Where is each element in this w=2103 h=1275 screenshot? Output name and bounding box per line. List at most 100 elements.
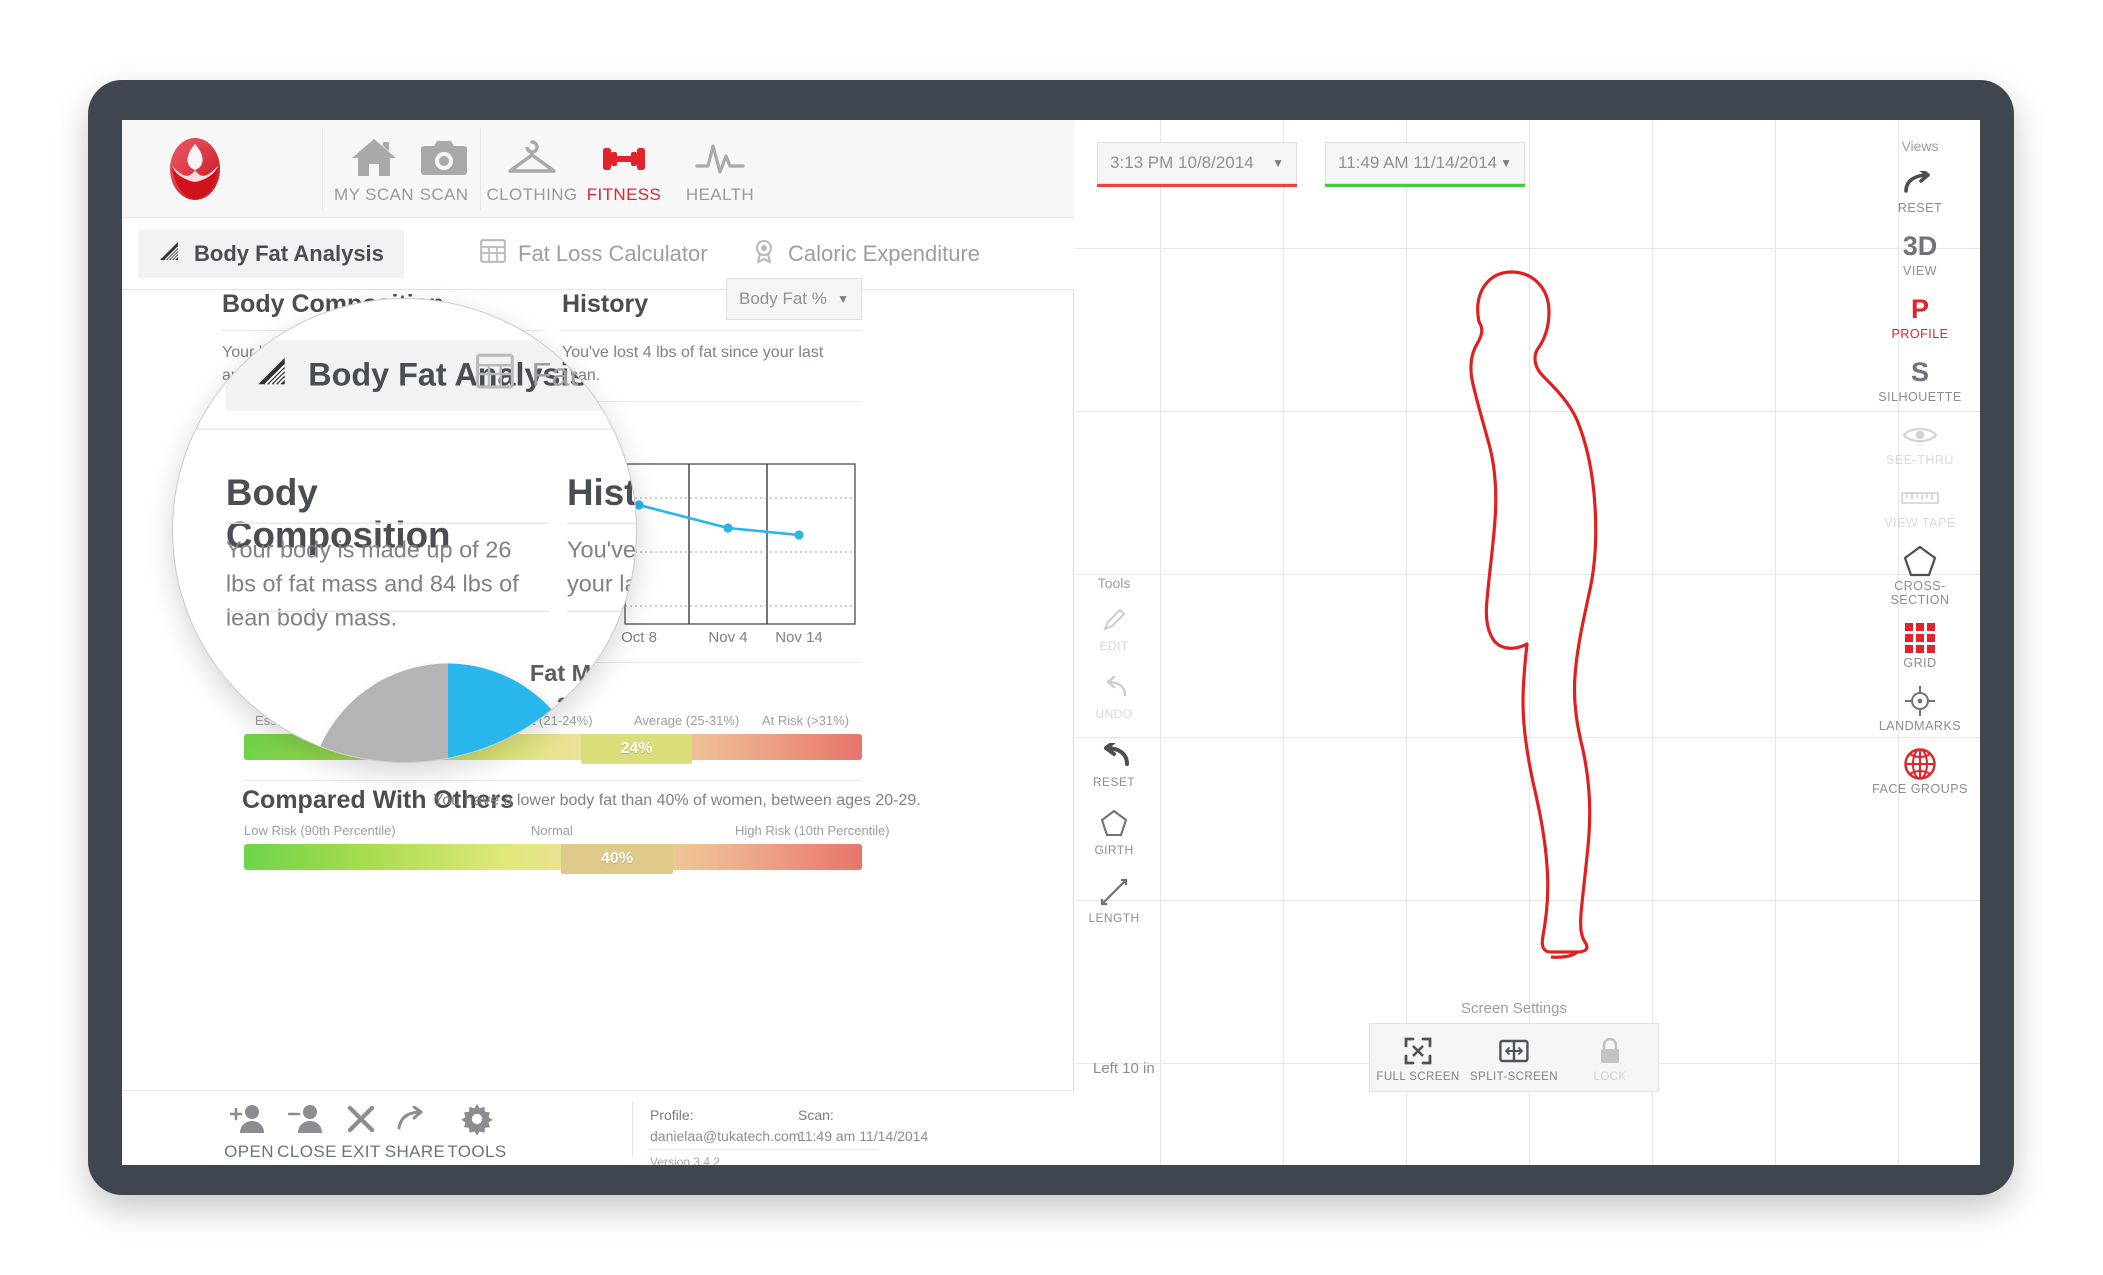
eye-icon	[1868, 418, 1972, 452]
tab-label: Body Fat Analysis	[194, 241, 384, 266]
scan-viewer-pane: 3:13 PM 10/8/2014 ▼ 11:49 AM 11/14/2014 …	[1075, 120, 1980, 1165]
tools-button[interactable]: TOOLS	[434, 1099, 520, 1162]
button-label: FULL SCREEN	[1376, 1071, 1460, 1083]
view-label: GRID	[1903, 656, 1937, 670]
view-face-groups[interactable]: FACE GROUPS	[1868, 747, 1972, 796]
nav-item-scan[interactable]: SCAN	[396, 132, 492, 205]
lens-history-line-chart: 24 21 18 Oct 8 Nov 4 Nov 14	[573, 646, 636, 762]
scan-b-color-underline	[1325, 184, 1525, 187]
view-reset[interactable]: RESET	[1868, 166, 1972, 215]
view-label: PROFILE	[1891, 327, 1949, 341]
tablet-bezel: MY SCAN SCAN CLOTHING FITNESS HEALTH Bod…	[88, 80, 2014, 1195]
nav-label: CLOTHING	[486, 185, 578, 204]
tool-reset[interactable]: RESET	[1075, 737, 1153, 789]
divider	[225, 610, 550, 613]
nav-item-clothing[interactable]: CLOTHING	[484, 132, 580, 205]
pencil-icon	[1075, 601, 1153, 639]
top-navigation: MY SCAN SCAN CLOTHING FITNESS HEALTH	[122, 120, 1074, 218]
profile-value: danielaa@tukatech.com	[650, 1128, 801, 1144]
split-screen-button[interactable]: SPLIT-SCREEN	[1466, 1024, 1562, 1091]
divider	[244, 780, 862, 781]
tool-length[interactable]: LENGTH	[1075, 873, 1153, 925]
tab-label: Fat Loss Calculator	[531, 356, 636, 394]
reset-arrow-icon	[1868, 166, 1972, 200]
screen-settings-header: Screen Settings	[1461, 1000, 1567, 1017]
divider	[648, 1149, 878, 1150]
divider	[566, 610, 636, 613]
view-label: FACE GROUPS	[1872, 782, 1968, 796]
tab-label: Fat Loss Calculator	[518, 241, 708, 266]
tool-girth[interactable]: GIRTH	[1075, 805, 1153, 857]
svg-text:24: 24	[607, 689, 632, 714]
scan-a-select[interactable]: 3:13 PM 10/8/2014 ▼	[1097, 142, 1297, 184]
scan-info: Scan: 11:49 am 11/14/2014	[798, 1105, 928, 1147]
button-label: SPLIT-SCREEN	[1470, 1071, 1558, 1083]
view-tape[interactable]: VIEW TAPE	[1868, 481, 1972, 530]
divider	[566, 522, 636, 524]
tool-edit[interactable]: EDIT	[1075, 601, 1153, 653]
lock-button[interactable]: LOCK	[1562, 1024, 1658, 1091]
tools-panel: Tools EDIT UNDO RESET GIRTH LENGTH	[1075, 575, 1153, 941]
scan-b-select[interactable]: 11:49 AM 11/14/2014 ▼	[1325, 142, 1525, 184]
left-scale-label: Left 10 in	[1093, 1060, 1155, 1077]
face-groups-icon	[1868, 747, 1972, 781]
view-label: VIEW TAPE	[1884, 516, 1956, 530]
views-panel: Views RESET 3D VIEW P PROFILE S SILHOUET…	[1868, 138, 1972, 810]
full-screen-button[interactable]: FULL SCREEN	[1370, 1024, 1466, 1091]
fullscreen-icon	[1370, 1034, 1466, 1068]
hanger-icon	[484, 132, 580, 178]
nav-label: SCAN	[419, 185, 469, 204]
scan-a-value: 3:13 PM 10/8/2014	[1110, 153, 1254, 172]
tape-measure-icon	[1868, 481, 1972, 515]
tool-label: EDIT	[1099, 639, 1129, 653]
award-icon	[752, 239, 776, 269]
button-label: LOCK	[1593, 1071, 1627, 1083]
scan-a-color-underline	[1097, 184, 1297, 187]
view-silhouette[interactable]: S SILHOUETTE	[1868, 355, 1972, 405]
history-metric-select[interactable]: Body Fat % ▼	[726, 278, 862, 320]
lock-icon	[1562, 1034, 1658, 1068]
nav-item-health[interactable]: HEALTH	[672, 132, 768, 205]
tools-header: Tools	[1097, 575, 1131, 591]
lens-tab-fat-loss-calculator[interactable]: Fat Loss Calculator	[446, 340, 636, 411]
compared-tick-0: Low Risk (90th Percentile)	[244, 823, 396, 838]
view-label: RESET	[1897, 201, 1943, 215]
sub-tab-bar: Body Fat Analysis Fat Loss Calculator Ca…	[122, 218, 1074, 290]
nav-label: FITNESS	[586, 185, 662, 204]
styku-logo[interactable]	[162, 136, 228, 202]
table-icon	[476, 353, 514, 397]
views-header: Views	[1901, 138, 1939, 154]
cross-section-icon	[1868, 544, 1972, 578]
compared-tick-2: High Risk (10th Percentile)	[735, 823, 890, 838]
bottom-toolbar: OPEN CLOSE EXIT SHARE TOOLS Profile: dan…	[122, 1090, 1074, 1165]
view-see-thru[interactable]: SEE-THRU	[1868, 418, 1972, 467]
girth-polygon-icon	[1075, 805, 1153, 843]
version-info: Version 3.4.2 © Styku 2015 - Patent Pend…	[650, 1153, 815, 1165]
tool-undo[interactable]: UNDO	[1075, 669, 1153, 721]
nav-divider	[480, 128, 481, 210]
gear-icon	[434, 1099, 520, 1139]
grid-icon	[1868, 621, 1972, 655]
compared-marker: 40%	[561, 844, 673, 874]
reset-back-arrow-icon	[1075, 737, 1153, 775]
profile-icon: P	[1910, 293, 1929, 324]
button-label: TOOLS	[447, 1142, 507, 1161]
view-3d[interactable]: 3D VIEW	[1868, 229, 1972, 279]
view-label: SILHOUETTE	[1878, 390, 1962, 404]
view-label: LANDMARKS	[1878, 719, 1962, 733]
view-cross-section[interactable]: CROSS-SECTION	[1868, 544, 1972, 607]
undo-arrow-icon	[1075, 669, 1153, 707]
tab-label: Caloric Expenditure	[788, 241, 980, 266]
view-grid[interactable]: GRID	[1868, 621, 1972, 670]
nav-item-fitness[interactable]: FITNESS	[576, 132, 672, 205]
tab-body-fat-analysis[interactable]: Body Fat Analysis	[138, 230, 404, 278]
compared-tick-1: Normal	[531, 823, 573, 838]
tool-label: GIRTH	[1094, 843, 1134, 857]
tab-fat-loss-calculator[interactable]: Fat Loss Calculator	[460, 230, 728, 278]
tool-label: UNDO	[1095, 707, 1133, 721]
tab-caloric-expenditure[interactable]: Caloric Expenditure	[732, 230, 1000, 278]
rank-tick-4: At Risk (>31%)	[762, 713, 850, 728]
view-landmarks[interactable]: LANDMARKS	[1868, 684, 1972, 733]
view-profile[interactable]: P PROFILE	[1868, 292, 1972, 342]
scan-b-value: 11:49 AM 11/14/2014	[1338, 153, 1498, 172]
